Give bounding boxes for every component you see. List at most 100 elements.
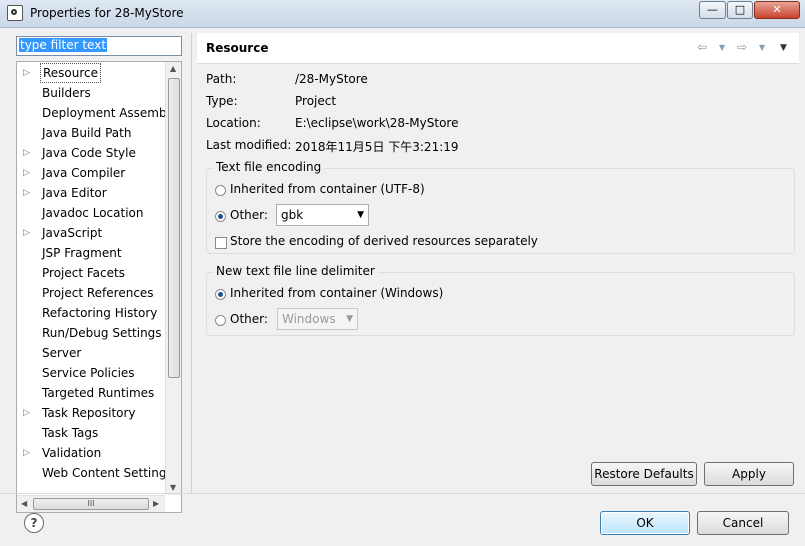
tree-vertical-scrollbar[interactable]: ▲ ▼ <box>165 62 181 495</box>
panel-divider[interactable] <box>191 33 192 493</box>
expand-arrow-icon[interactable]: ▷ <box>23 403 33 423</box>
tree-item-label: Task Tags <box>42 426 99 440</box>
delimiter-inherited-label[interactable]: Inherited from container (Windows) <box>230 286 443 300</box>
tree-item-label: Javadoc Location <box>42 206 144 220</box>
scroll-down-icon[interactable]: ▼ <box>170 483 176 492</box>
scroll-up-icon[interactable]: ▲ <box>170 64 176 73</box>
tree-item-label: Validation <box>42 446 102 460</box>
type-value: Project <box>295 94 337 108</box>
type-label: Type: <box>206 94 238 108</box>
tree-item[interactable]: ▷ Java Compiler <box>17 163 177 183</box>
tree-horizontal-scrollbar[interactable]: ◀ III ▶ <box>17 495 165 512</box>
last-modified-value: 2018年11月5日 下午3:21:19 <box>295 140 459 154</box>
cancel-button[interactable]: Cancel <box>697 511 789 535</box>
tree-item-label: Deployment Assembly <box>42 106 178 120</box>
property-page-tree: ▷ Resource Builders Deployment Assembly Java… <box>16 61 182 513</box>
tree-item[interactable]: Java Build Path <box>17 123 177 143</box>
tree-item-label: Web Content Settings <box>42 466 173 480</box>
encoding-other-label[interactable]: Other: <box>230 208 268 222</box>
chevron-down-icon[interactable]: ▼ <box>357 207 364 223</box>
tree-item-label: Builders <box>42 86 91 100</box>
tree-item[interactable]: Run/Debug Settings <box>17 323 177 343</box>
delimiter-other-radio[interactable] <box>215 315 226 326</box>
forward-arrow-icon[interactable]: ⇨ <box>737 40 747 54</box>
close-button[interactable]: ✕ <box>754 1 800 19</box>
text-encoding-legend: Text file encoding <box>213 160 325 174</box>
tree-item[interactable]: Javadoc Location <box>17 203 177 223</box>
derived-encoding-checkbox[interactable] <box>215 237 227 249</box>
tree-item[interactable]: ▷ Java Editor <box>17 183 177 203</box>
tree-item-label: Task Repository <box>42 406 136 420</box>
tree-item[interactable]: ▷ Java Code Style <box>17 143 177 163</box>
filter-input[interactable]: type filter text <box>16 36 182 56</box>
tree-item[interactable]: Project Facets <box>17 263 177 283</box>
derived-encoding-label[interactable]: Store the encoding of derived resources … <box>230 234 538 248</box>
back-menu-icon[interactable]: ▼ <box>719 43 725 52</box>
forward-menu-icon[interactable]: ▼ <box>759 43 765 52</box>
window-title: Properties for 28-MyStore <box>30 6 184 20</box>
ok-button[interactable]: OK <box>600 511 690 535</box>
expand-arrow-icon[interactable]: ▷ <box>23 183 33 203</box>
path-value: /28-MyStore <box>295 72 368 86</box>
tree-item-label: Targeted Runtimes <box>42 386 155 400</box>
text-encoding-group: Text file encoding Inherited from contai… <box>206 160 795 254</box>
tree-item[interactable]: Deployment Assembly <box>17 103 177 123</box>
back-arrow-icon[interactable]: ⇦ <box>697 40 707 54</box>
tree-item[interactable]: Project References <box>17 283 177 303</box>
scroll-left-icon[interactable]: ◀ <box>21 499 27 508</box>
tree-item-label: Java Code Style <box>42 146 136 160</box>
tree-item-label: Java Compiler <box>42 166 126 180</box>
tree-item[interactable]: ▷ Task Repository <box>17 403 177 423</box>
location-label: Location: <box>206 116 261 130</box>
last-modified-label: Last modified: <box>206 138 292 152</box>
horizontal-scroll-thumb[interactable]: III <box>33 498 149 510</box>
tree-item[interactable]: Service Policies <box>17 363 177 383</box>
vertical-scroll-thumb[interactable] <box>168 78 180 378</box>
line-delimiter-group: New text file line delimiter Inherited f… <box>206 264 795 336</box>
tree-item[interactable]: Builders <box>17 83 177 103</box>
delimiter-combo[interactable]: Windows ▼ <box>277 308 358 330</box>
delimiter-combo-value: Windows <box>282 312 336 326</box>
expand-arrow-icon[interactable]: ▷ <box>23 143 33 163</box>
tree-item-label: Project References <box>42 286 154 300</box>
line-delimiter-legend: New text file line delimiter <box>213 264 378 278</box>
expand-arrow-icon[interactable]: ▷ <box>23 63 33 83</box>
minimize-button[interactable]: — <box>699 1 726 19</box>
tree-item[interactable]: Targeted Runtimes <box>17 383 177 403</box>
encoding-inherited-label[interactable]: Inherited from container (UTF-8) <box>230 182 425 196</box>
apply-button[interactable]: Apply <box>704 462 794 486</box>
tree-item[interactable]: Task Tags <box>17 423 177 443</box>
restore-defaults-button[interactable]: Restore Defaults <box>591 462 697 486</box>
tree-item[interactable]: ▷ Resource <box>17 63 177 83</box>
delimiter-other-label[interactable]: Other: <box>230 312 268 326</box>
scroll-right-icon[interactable]: ▶ <box>153 499 159 508</box>
help-icon[interactable]: ? <box>24 513 44 533</box>
app-icon <box>7 5 23 21</box>
tree-item-label: Resource <box>40 63 102 83</box>
delimiter-inherited-radio[interactable] <box>215 289 226 300</box>
encoding-combo[interactable]: gbk ▼ <box>276 204 369 226</box>
expand-arrow-icon[interactable]: ▷ <box>23 163 33 183</box>
tree-item-label: JSP Fragment <box>42 246 122 260</box>
expand-arrow-icon[interactable]: ▷ <box>23 443 33 463</box>
expand-arrow-icon[interactable]: ▷ <box>23 223 33 243</box>
page-title: Resource <box>206 41 269 55</box>
chevron-down-icon[interactable]: ▼ <box>346 311 353 327</box>
tree-item-label: Run/Debug Settings <box>42 326 162 340</box>
tree-item-label: Project Facets <box>42 266 125 280</box>
tree-item[interactable]: ▷ JavaScript <box>17 223 177 243</box>
encoding-inherited-radio[interactable] <box>215 185 226 196</box>
tree-item[interactable]: Refactoring History <box>17 303 177 323</box>
tree-item-label: Server <box>42 346 82 360</box>
tree-item[interactable]: JSP Fragment <box>17 243 177 263</box>
tree-item[interactable]: Web Content Settings <box>17 463 177 483</box>
view-menu-icon[interactable]: ▼ <box>780 43 787 53</box>
tree-item[interactable]: Server <box>17 343 177 363</box>
maximize-button[interactable]: □ <box>727 1 753 19</box>
page-header: Resource ⇦ ▼ ⇨ ▼ ▼ <box>197 33 799 64</box>
tree-item[interactable]: ▷ Validation <box>17 443 177 463</box>
encoding-other-radio[interactable] <box>215 211 226 222</box>
tree-item-label: Java Editor <box>42 186 107 200</box>
tree-item-label: Refactoring History <box>42 306 158 320</box>
path-label: Path: <box>206 72 237 86</box>
